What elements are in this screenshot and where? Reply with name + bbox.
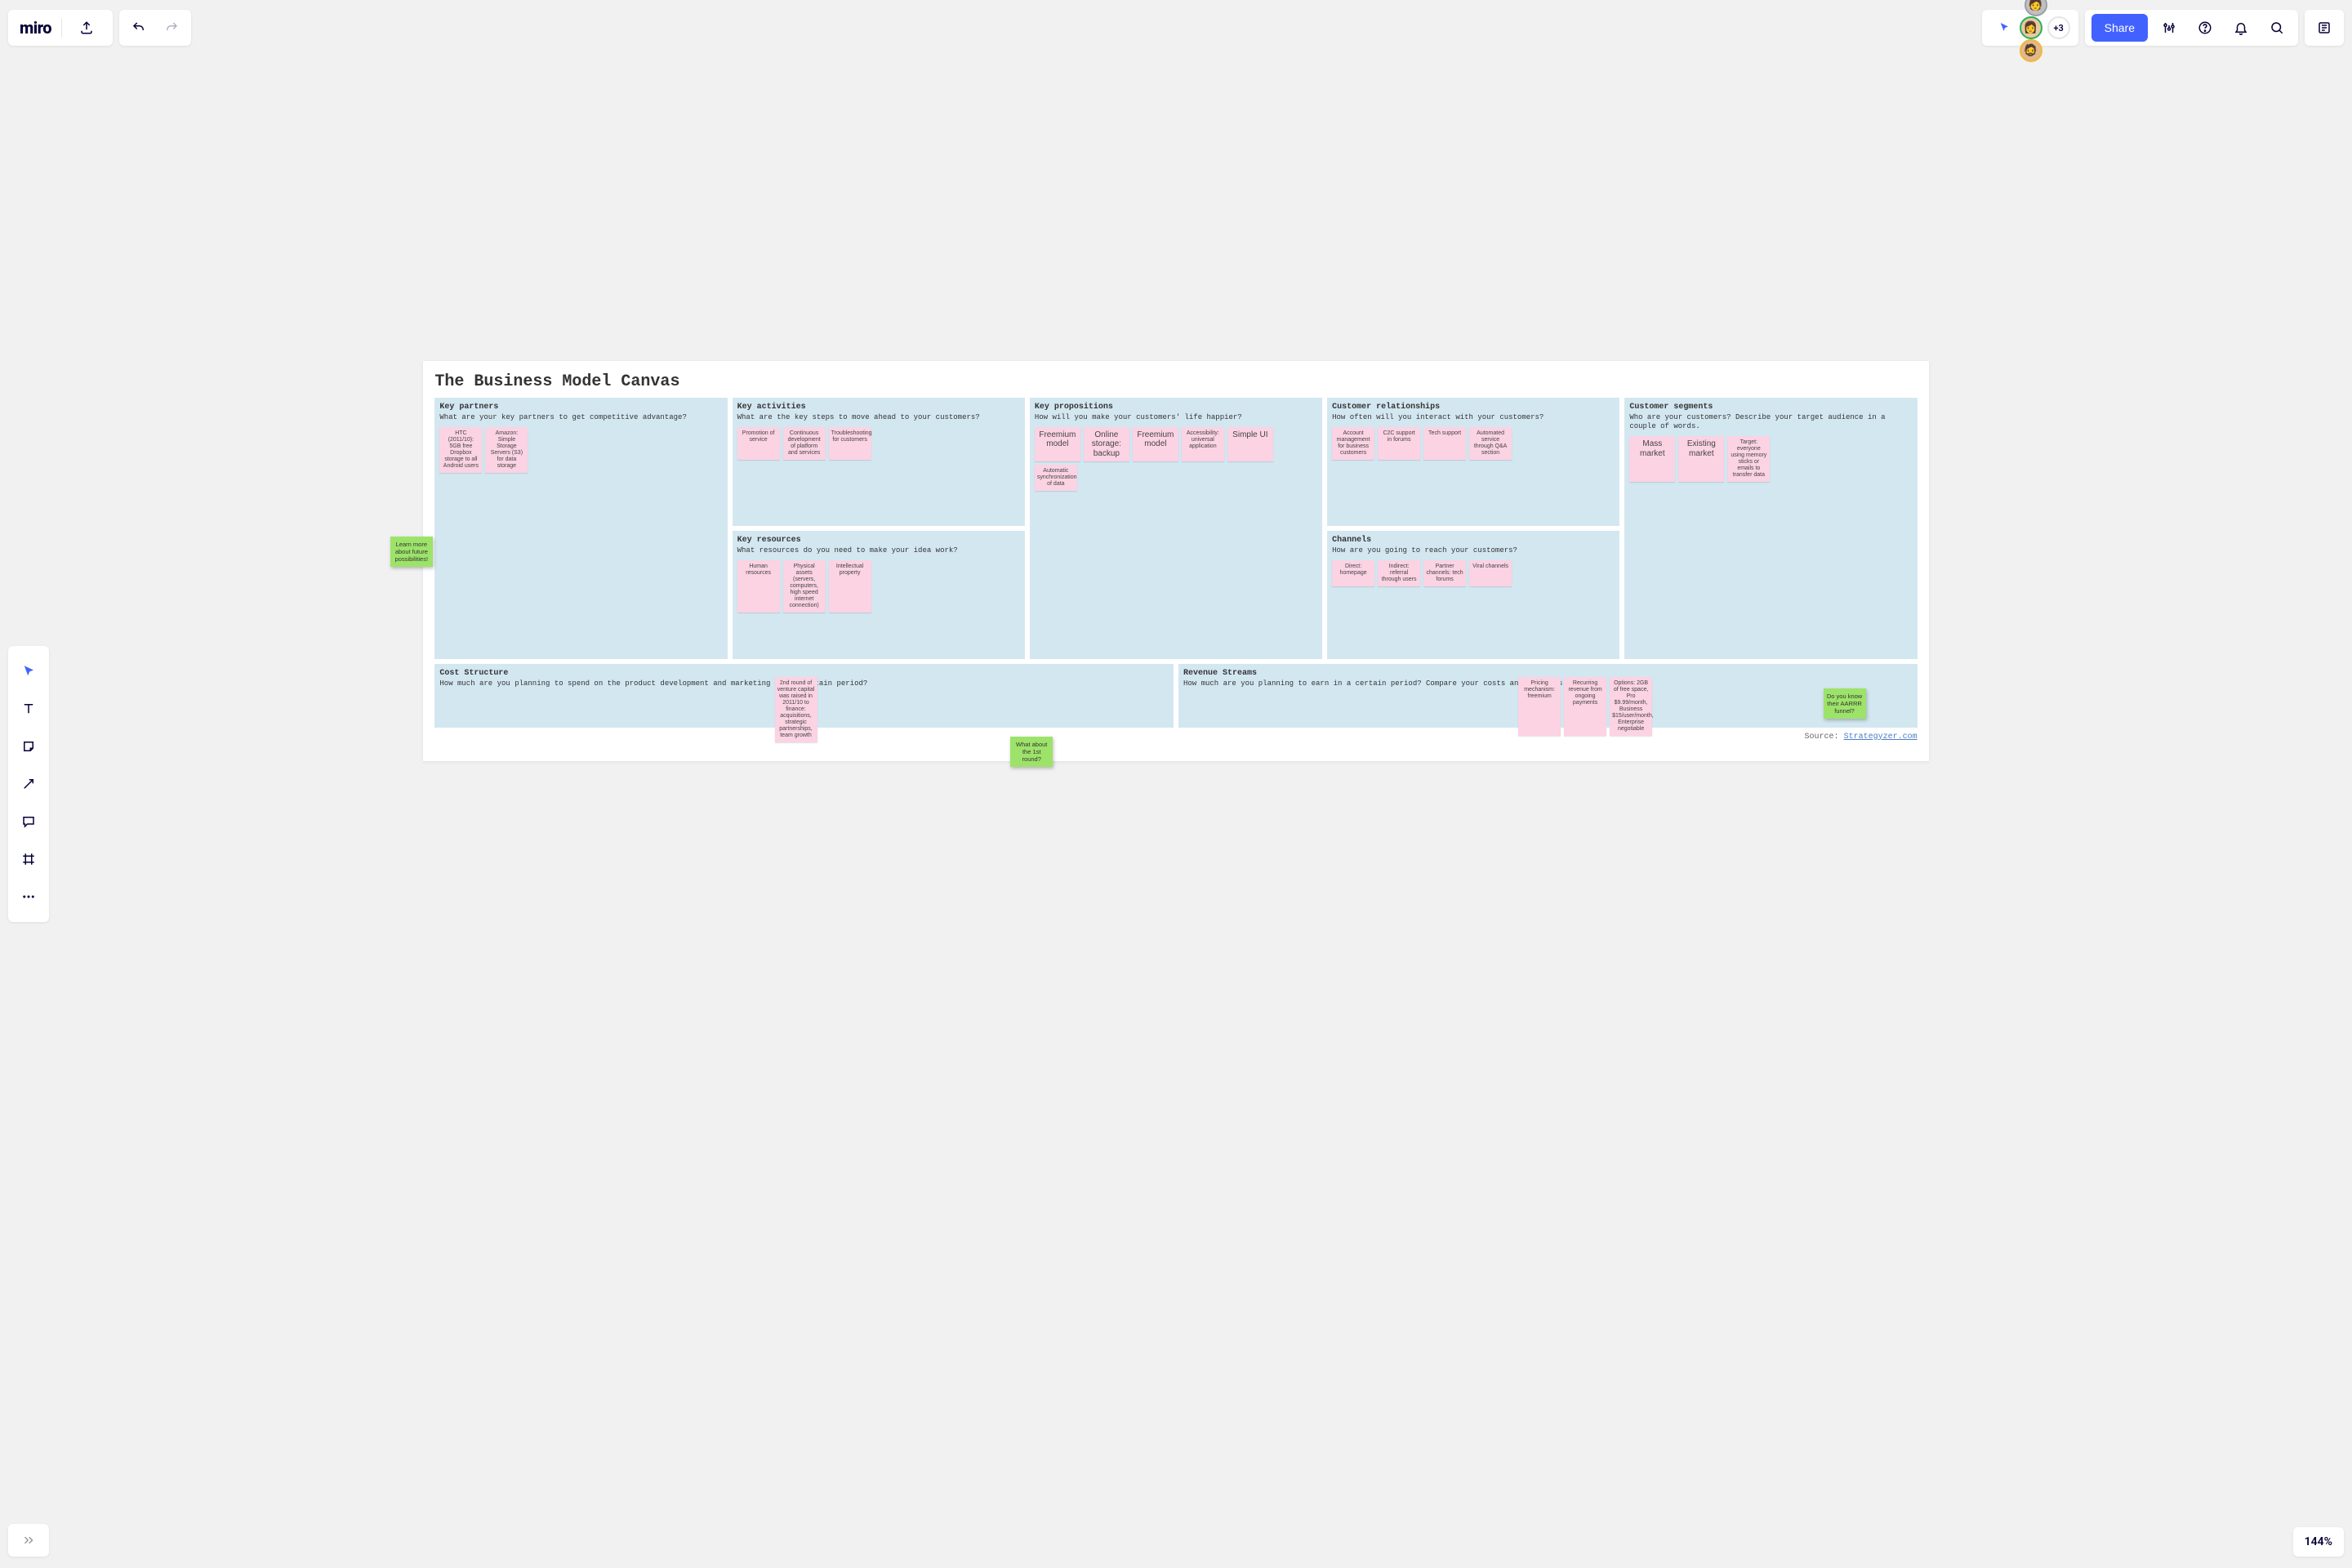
sticky-note[interactable]: Existing market bbox=[1678, 436, 1724, 482]
cell-title: Customer relationships bbox=[1332, 403, 1615, 412]
cell-title: Channels bbox=[1332, 536, 1615, 545]
sticky-note[interactable]: Accessibility: universal application bbox=[1182, 427, 1224, 462]
cell-sub: How often will you interact with your cu… bbox=[1332, 413, 1615, 422]
export-icon[interactable] bbox=[72, 13, 101, 42]
share-button[interactable]: Share bbox=[2091, 14, 2148, 42]
cell-key-resources[interactable]: Key resources What resources do you need… bbox=[733, 531, 1025, 659]
floating-sticky-note[interactable]: What about the 1st round? bbox=[1010, 737, 1053, 767]
collaborator-avatar[interactable]: 👩 bbox=[2020, 16, 2042, 39]
sticky-note[interactable]: Options: 2GB of free space, Pro $9.99/mo… bbox=[1610, 677, 1652, 736]
cell-key-activities[interactable]: Key activities What are the key steps to… bbox=[733, 398, 1025, 526]
text-tool[interactable] bbox=[8, 690, 49, 728]
cell-revenue-streams[interactable]: Revenue Streams How much are you plannin… bbox=[1178, 664, 1918, 728]
sticky-note[interactable]: Mass market bbox=[1629, 436, 1675, 482]
sticky-note[interactable]: 2nd round of venture capital was raised … bbox=[775, 677, 817, 742]
zoom-level[interactable]: 144% bbox=[2293, 1527, 2344, 1557]
tools-sidebar bbox=[8, 646, 49, 922]
cell-sub: What are your key partners to get compet… bbox=[439, 413, 722, 422]
sticky-note[interactable]: Freemium model bbox=[1035, 427, 1080, 462]
sticky-note[interactable]: Troubleshooting for customers bbox=[829, 427, 871, 460]
sticky-note[interactable]: Freemium model bbox=[1133, 427, 1178, 462]
sticky-note[interactable]: Automatic synchronization of data bbox=[1035, 465, 1077, 491]
canvas-title: The Business Model Canvas bbox=[434, 372, 1917, 398]
sticky-note[interactable]: Physical assets (servers, computers, hig… bbox=[783, 560, 826, 612]
cell-title: Key propositions bbox=[1035, 403, 1317, 412]
sticky-note[interactable]: HTC (2011/10): 5GB free Dropbox storage … bbox=[439, 427, 482, 473]
sticky-note[interactable]: Amazon: Simple Storage Servers (S3) for … bbox=[485, 427, 528, 473]
cell-sub: How will you make your customers' life h… bbox=[1035, 413, 1317, 422]
cell-key-propositions[interactable]: Key propositions How will you make your … bbox=[1030, 398, 1322, 659]
sticky-note[interactable]: Online storage: backup bbox=[1084, 427, 1129, 462]
sticky-note[interactable]: Partner channels: tech forums bbox=[1423, 560, 1466, 586]
sticky-note[interactable]: Viral channels bbox=[1469, 560, 1512, 586]
sticky-note[interactable]: Tech support bbox=[1423, 427, 1466, 460]
sticky-note[interactable]: Direct: homepage bbox=[1332, 560, 1374, 586]
sticky-note[interactable]: Simple UI bbox=[1227, 427, 1273, 462]
more-collaborators-badge[interactable]: +3 bbox=[2047, 16, 2070, 39]
redo-icon[interactable] bbox=[157, 13, 186, 42]
undo-icon[interactable] bbox=[124, 13, 154, 42]
cursor-icon[interactable] bbox=[1990, 13, 2020, 42]
cell-title: Key resources bbox=[737, 536, 1020, 545]
sticky-note[interactable]: Target: everyone using memory sticks or … bbox=[1727, 436, 1770, 482]
miro-logo[interactable]: miro bbox=[20, 18, 51, 38]
cell-key-partners[interactable]: Key partners What are your key partners … bbox=[434, 398, 727, 659]
search-icon[interactable] bbox=[2262, 13, 2292, 42]
notifications-icon[interactable] bbox=[2226, 13, 2256, 42]
canvas-frame[interactable]: The Business Model Canvas Key partners W… bbox=[423, 361, 1928, 761]
sticky-note[interactable]: Automated service through Q&A section bbox=[1469, 427, 1512, 460]
divider bbox=[61, 19, 62, 37]
cell-title: Key partners bbox=[439, 403, 722, 412]
cell-cost-structure[interactable]: Cost Structure How much are you planning… bbox=[434, 664, 1174, 728]
sticky-note[interactable]: Recurring revenue from ongoing payments bbox=[1564, 677, 1606, 736]
sticky-note[interactable]: Pricing mechanism: freemium bbox=[1518, 677, 1561, 736]
cell-sub: Who are your customers? Describe your ta… bbox=[1629, 413, 1912, 432]
cell-title: Customer segments bbox=[1629, 403, 1912, 412]
collaborators-box: 🧑👩🧔 +3 bbox=[1982, 10, 2078, 46]
sticky-note[interactable]: Indirect: referral through users bbox=[1378, 560, 1420, 586]
sticky-note[interactable]: Continuous development of platform and s… bbox=[783, 427, 826, 460]
source-link[interactable]: Strategyzer.com bbox=[1844, 733, 1918, 742]
cell-sub: How are you going to reach your customer… bbox=[1332, 546, 1615, 555]
sticky-note-tool[interactable] bbox=[8, 728, 49, 765]
sticky-note[interactable]: Account management for business customer… bbox=[1332, 427, 1374, 460]
floating-sticky-note[interactable]: Do you know their AARRR funnel? bbox=[1824, 688, 1866, 719]
cell-customer-segments[interactable]: Customer segments Who are your customers… bbox=[1624, 398, 1917, 659]
cell-channels[interactable]: Channels How are you going to reach your… bbox=[1327, 531, 1619, 659]
collaborator-avatar[interactable]: 🧑 bbox=[2025, 0, 2047, 16]
select-tool[interactable] bbox=[8, 653, 49, 690]
expand-toolbar-button[interactable] bbox=[8, 1524, 49, 1557]
cell-sub: What resources do you need to make your … bbox=[737, 546, 1020, 555]
floating-sticky-note[interactable]: Learn more about future possibilities! bbox=[390, 537, 433, 567]
frame-tool[interactable] bbox=[8, 840, 49, 878]
source-line: Source: Strategyzer.com bbox=[434, 733, 1917, 742]
comment-tool[interactable] bbox=[8, 803, 49, 840]
sticky-note[interactable]: Promotion of service bbox=[737, 427, 780, 460]
sticky-note[interactable]: Human resources bbox=[737, 560, 780, 612]
cell-title: Key activities bbox=[737, 403, 1020, 412]
cell-sub: What are the key steps to move ahead to … bbox=[737, 413, 1020, 422]
sticky-note[interactable]: C2C support in forums bbox=[1378, 427, 1420, 460]
settings-icon[interactable] bbox=[2154, 13, 2184, 42]
sticky-note[interactable]: Intellectual property bbox=[829, 560, 871, 612]
more-tools[interactable] bbox=[8, 878, 49, 915]
cell-customer-relationships[interactable]: Customer relationships How often will yo… bbox=[1327, 398, 1619, 526]
panel-toggle-icon[interactable] bbox=[2310, 13, 2339, 42]
collaborator-avatar[interactable]: 🧔 bbox=[2020, 39, 2042, 62]
arrow-tool[interactable] bbox=[8, 765, 49, 803]
help-icon[interactable] bbox=[2190, 13, 2220, 42]
